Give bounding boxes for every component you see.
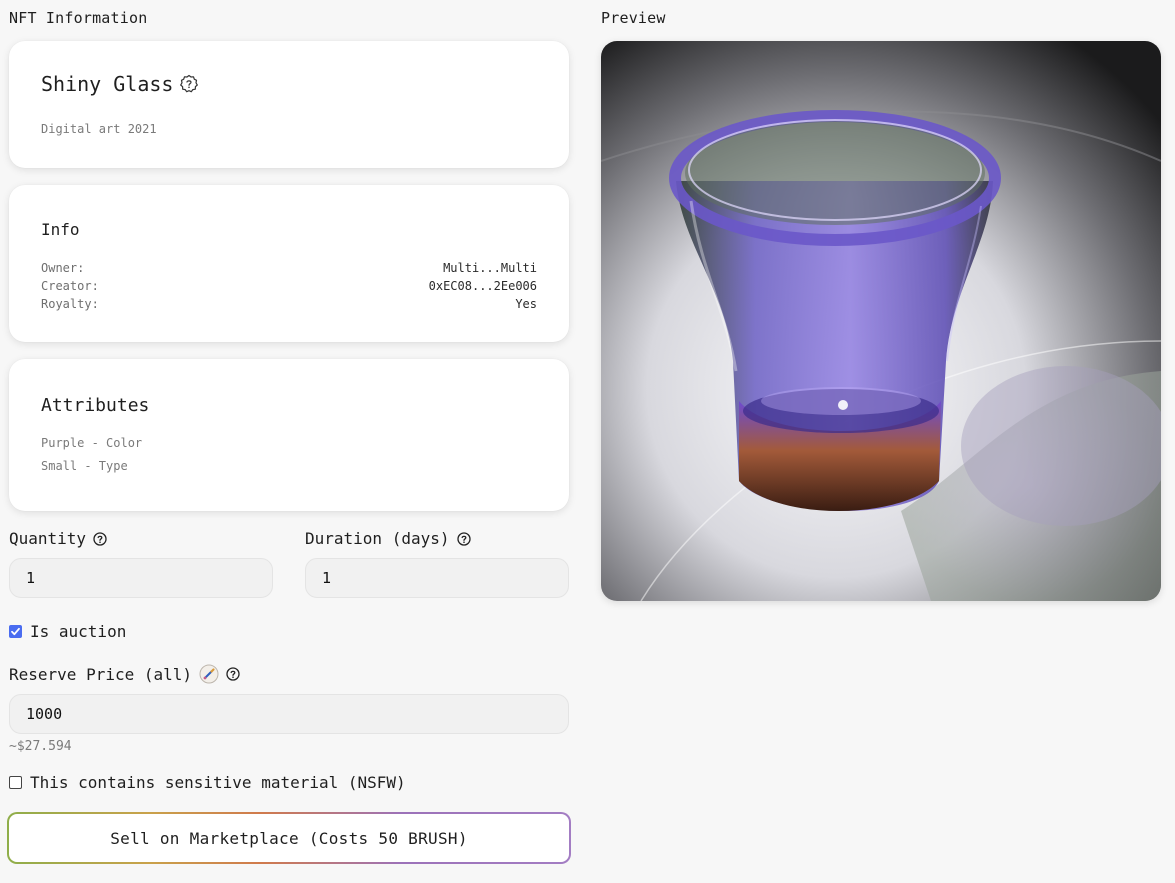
info-value: Multi...Multi (443, 261, 537, 275)
info-value: Yes (515, 297, 537, 311)
quantity-input[interactable]: 1 (9, 558, 273, 598)
reserve-price-label: Reserve Price (all) (9, 664, 193, 684)
checkmark-icon (11, 627, 20, 636)
nsfw-label: This contains sensitive material (NSFW) (30, 773, 406, 792)
attributes-card: Attributes Purple - Color Small - Type (9, 359, 569, 511)
help-badge-icon[interactable] (179, 74, 199, 94)
nft-name-row: Shiny Glass (41, 72, 199, 96)
auction-checkbox[interactable] (9, 625, 22, 638)
nft-name: Shiny Glass (41, 72, 174, 96)
quantity-label-row: Quantity (9, 529, 107, 548)
section-title-preview: Preview (601, 9, 666, 27)
attribute-item: Small - Type (41, 459, 128, 473)
duration-label: Duration (days) (305, 529, 450, 548)
duration-input[interactable]: 1 (305, 558, 569, 598)
nsfw-checkbox-row[interactable]: This contains sensitive material (NSFW) (9, 773, 406, 792)
reserve-price-input[interactable]: 1000 (9, 694, 569, 734)
question-circle-icon[interactable] (93, 531, 107, 546)
auction-label: Is auction (30, 622, 127, 641)
reserve-price-label-row: Reserve Price (all) (9, 664, 240, 684)
info-row-royalty: Royalty: Yes (41, 295, 537, 313)
sell-on-marketplace-button[interactable]: Sell on Marketplace (Costs 50 BRUSH) (7, 812, 571, 864)
question-circle-icon[interactable] (456, 531, 471, 546)
attributes-list: Purple - Color Small - Type (41, 435, 142, 481)
nft-preview-image (601, 41, 1161, 601)
attributes-heading: Attributes (41, 395, 150, 416)
brush-token-icon (199, 664, 219, 684)
info-key: Creator: (41, 279, 99, 293)
info-value: 0xEC08...2Ee006 (428, 279, 537, 293)
section-title-nft-information: NFT Information (9, 9, 148, 27)
nft-title-card: Shiny Glass Digital art 2021 (9, 41, 569, 168)
nsfw-checkbox[interactable] (9, 776, 22, 789)
info-heading: Info (41, 220, 80, 239)
quantity-label: Quantity (9, 529, 87, 548)
info-key: Owner: (41, 261, 85, 275)
sell-button-label: Sell on Marketplace (Costs 50 BRUSH) (9, 814, 569, 862)
attribute-item: Purple - Color (41, 436, 143, 450)
nft-subtitle: Digital art 2021 (41, 122, 157, 136)
info-row-creator: Creator: 0xEC08...2Ee006 (41, 277, 537, 295)
duration-label-row: Duration (days) (305, 529, 471, 548)
info-card: Info Owner: Multi...Multi Creator: 0xEC0… (9, 185, 569, 342)
info-key: Royalty: (41, 297, 99, 311)
auction-checkbox-row[interactable]: Is auction (9, 622, 126, 641)
info-rows: Owner: Multi...Multi Creator: 0xEC08...2… (41, 259, 537, 313)
question-circle-icon[interactable] (226, 667, 240, 681)
info-row-owner: Owner: Multi...Multi (41, 259, 537, 277)
usd-estimate: ~$27.594 (9, 739, 72, 754)
